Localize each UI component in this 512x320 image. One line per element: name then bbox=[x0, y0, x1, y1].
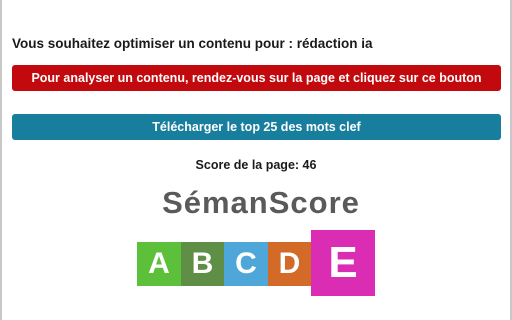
grade-b-tile: B bbox=[181, 242, 224, 286]
download-top-keywords-button[interactable]: Télécharger le top 25 des mots clef bbox=[12, 114, 501, 140]
grade-c-tile: C bbox=[224, 242, 268, 286]
grade-d-tile: D bbox=[268, 242, 311, 286]
page-score-text: Score de la page: 46 bbox=[195, 158, 317, 172]
analyze-content-button[interactable]: Pour analyser un contenu, rendez-vous su… bbox=[12, 65, 501, 91]
optimize-prompt-text: Vous souhaitez optimiser un contenu pour… bbox=[12, 36, 373, 51]
grade-e-tile-current: E bbox=[311, 230, 375, 296]
semanscore-logo-text: SémanScore bbox=[162, 185, 360, 220]
grade-a-tile: A bbox=[137, 242, 181, 286]
